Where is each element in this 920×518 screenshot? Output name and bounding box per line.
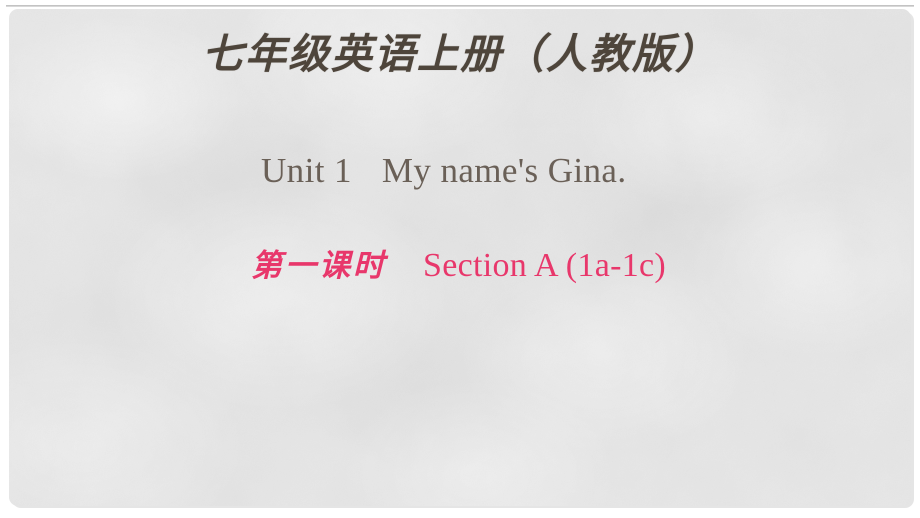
unit-title-label: My name's Gina. — [381, 151, 627, 190]
unit-heading: Unit 1 My name's Gina. — [261, 151, 627, 191]
period-number-label: 第一课时 — [251, 248, 387, 283]
period-heading: 第一课时 Section A (1a-1c) — [251, 249, 666, 283]
section-range-label: Section A (1a-1c) — [423, 247, 667, 284]
unit-number-label: Unit 1 — [261, 151, 352, 190]
slide-stage: 七年级英语上册（人教版） Unit 1 My name's Gina. 第一课时 S… — [0, 0, 920, 518]
slide-canvas: 七年级英语上册（人教版） Unit 1 My name's Gina. 第一课时 S… — [9, 9, 911, 506]
frame-top-hairline-secondary — [6, 6, 914, 7]
book-title: 七年级英语上册（人教版） — [202, 31, 718, 77]
